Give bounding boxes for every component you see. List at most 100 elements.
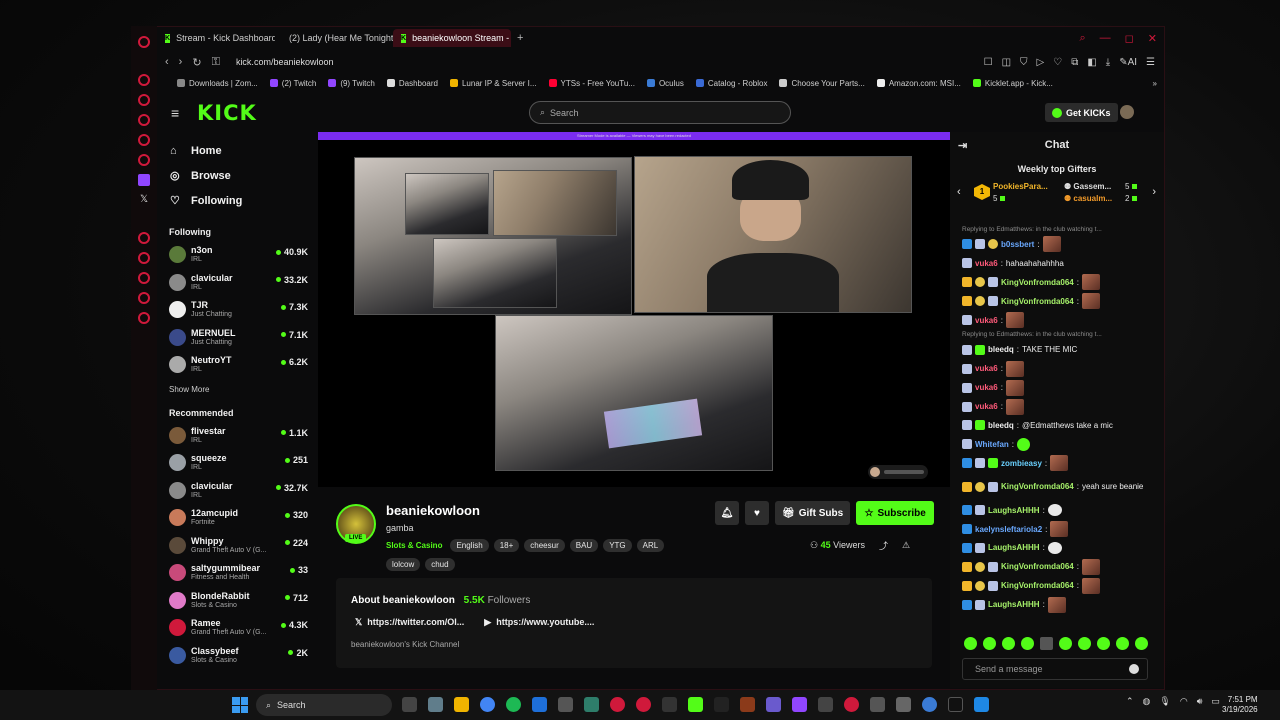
- notification-bell-button[interactable]: 🔔︎: [715, 501, 739, 525]
- chat-username[interactable]: KingVonfromda064: [1001, 562, 1074, 571]
- sidebar-channel[interactable]: BlondeRabbit Slots & Casino 712: [157, 587, 318, 615]
- app-icon[interactable]: [584, 697, 599, 712]
- app-icon[interactable]: [870, 697, 885, 712]
- tag-chip[interactable]: cheesur: [524, 539, 565, 552]
- chat-username[interactable]: KingVonfromda064: [1001, 278, 1074, 287]
- emote-button[interactable]: [1135, 637, 1148, 650]
- channel-name[interactable]: beaniekowloon: [386, 503, 480, 518]
- forward-icon[interactable]: ›: [179, 56, 183, 68]
- chat-message[interactable]: vuka6: hahaahahahhha: [962, 254, 1164, 273]
- taskbar-search[interactable]: ⌕ Search: [256, 694, 392, 716]
- chrome-icon[interactable]: [480, 697, 495, 712]
- user-avatar[interactable]: [1120, 105, 1134, 119]
- collapse-chat-icon[interactable]: ⇥: [958, 139, 967, 152]
- app-icon[interactable]: [974, 697, 989, 712]
- chat-username[interactable]: b0ssbert: [1001, 240, 1034, 249]
- emote-button[interactable]: [1078, 637, 1091, 650]
- browser-tab[interactable]: K Stream - Kick Dashboard: [157, 29, 275, 47]
- clock[interactable]: 7:51 PM 3/19/2026: [1222, 695, 1258, 715]
- app-icon[interactable]: [896, 697, 911, 712]
- chat-username[interactable]: vuka6: [975, 316, 998, 325]
- chat-message[interactable]: vuka6:: [962, 359, 1164, 378]
- sidebar-app-icon[interactable]: [138, 272, 150, 284]
- nav-browse[interactable]: ◎ Browse: [157, 163, 318, 188]
- chevron-up-icon[interactable]: ⌃: [1126, 696, 1134, 707]
- sidebar-channel[interactable]: squeeze IRL 251: [157, 449, 318, 477]
- chat-message[interactable]: KingVonfromda064:: [962, 557, 1164, 576]
- share-icon[interactable]: ⤴: [879, 539, 888, 552]
- gift-subs-button[interactable]: 🎁︎ Gift Subs: [775, 501, 851, 525]
- extensions-icon[interactable]: ⧉: [1071, 57, 1078, 68]
- twitch-icon[interactable]: [792, 697, 807, 712]
- get-kicks-button[interactable]: Get KICKs: [1045, 103, 1118, 122]
- bookmark-item[interactable]: Choose Your Parts...: [779, 79, 865, 88]
- chat-username[interactable]: bleedq: [988, 345, 1014, 354]
- app-icon[interactable]: [766, 697, 781, 712]
- sidebar-channel[interactable]: MERNUEL Just Chatting 7.1K: [157, 324, 318, 352]
- chat-messages[interactable]: Replying to Edmatthews: in the club watc…: [950, 224, 1164, 628]
- search-tabs-icon[interactable]: ⌕: [1079, 32, 1085, 45]
- chat-username[interactable]: Whitefan: [975, 440, 1009, 449]
- bookmark-item[interactable]: (9) Twitch: [328, 79, 375, 88]
- ai-icon[interactable]: ✎AI: [1119, 57, 1137, 68]
- nav-home[interactable]: ⌂ Home: [157, 138, 318, 163]
- tag-chip[interactable]: YTG: [603, 539, 632, 552]
- chat-message[interactable]: LaughsAHHH:: [962, 501, 1164, 520]
- file-explorer-icon[interactable]: [454, 697, 469, 712]
- chat-message[interactable]: LaughsAHHH:: [962, 538, 1164, 557]
- maximize-icon[interactable]: ◻: [1125, 32, 1134, 45]
- sidebar-channel[interactable]: clavicular IRL 33.2K: [157, 269, 318, 297]
- battery-icon[interactable]: ▭: [1211, 696, 1220, 707]
- chat-message[interactable]: vuka6:: [962, 378, 1164, 397]
- opera-logo-icon[interactable]: [138, 36, 150, 48]
- gifter-name[interactable]: ⚉ casualm...: [1064, 194, 1112, 203]
- twitter-link[interactable]: 𝕏https://twitter.com/Ol...: [355, 617, 464, 628]
- opera-icon[interactable]: [844, 697, 859, 712]
- taskview-icon[interactable]: [402, 697, 417, 712]
- chat-username[interactable]: bleedq: [988, 421, 1014, 430]
- epic-games-icon[interactable]: [714, 697, 729, 712]
- report-icon[interactable]: ⚠: [902, 540, 910, 551]
- chat-message[interactable]: b0ssbert:: [962, 235, 1164, 254]
- chat-message[interactable]: KingVonfromda064:: [962, 576, 1164, 595]
- mic-icon[interactable]: 🎙︎: [1159, 696, 1170, 707]
- tag-chip[interactable]: ARL: [636, 539, 665, 552]
- minecraft-icon[interactable]: [688, 697, 703, 712]
- sidebar-channel[interactable]: Classybeef Slots & Casino 2K: [157, 642, 318, 670]
- new-tab-button[interactable]: +: [511, 32, 529, 44]
- sidebar-app-icon[interactable]: [138, 94, 150, 106]
- menu-icon[interactable]: ≡: [171, 105, 185, 121]
- edge-icon[interactable]: [532, 697, 547, 712]
- chat-message[interactable]: kaelynsleftariola2:: [962, 520, 1164, 539]
- chat-username[interactable]: LaughsAHHH: [988, 600, 1040, 609]
- discord-icon[interactable]: [558, 697, 573, 712]
- sidebar-app-icon[interactable]: [138, 114, 150, 126]
- tag-chip[interactable]: BAU: [569, 539, 599, 552]
- app-icon[interactable]: [740, 697, 755, 712]
- chevron-right-icon[interactable]: ›: [1152, 186, 1156, 198]
- bookmark-item[interactable]: Lunar IP & Server I...: [449, 79, 537, 88]
- chat-message[interactable]: KingVonfromda064:: [962, 273, 1164, 292]
- sidebar-app-icon[interactable]: [138, 312, 150, 324]
- reload-icon[interactable]: ↻: [192, 56, 201, 69]
- chat-username[interactable]: KingVonfromda064: [1001, 482, 1074, 491]
- bookmark-item[interactable]: Dashboard: [386, 79, 438, 88]
- chat-username[interactable]: vuka6: [975, 364, 998, 373]
- sidebar-channel[interactable]: Whippy Grand Theft Auto V (G... 224: [157, 532, 318, 560]
- heart-icon[interactable]: ♡: [1053, 57, 1062, 68]
- chevron-left-icon[interactable]: ‹: [957, 186, 961, 198]
- chat-username[interactable]: LaughsAHHH: [988, 543, 1040, 552]
- youtube-music-icon[interactable]: [610, 697, 625, 712]
- emote-button[interactable]: [1002, 637, 1015, 650]
- chat-input[interactable]: Send a message: [962, 658, 1148, 680]
- sidebar-channel[interactable]: NeutroYT IRL 6.2K: [157, 351, 318, 379]
- chat-message[interactable]: zombieasy:: [962, 454, 1164, 473]
- tag-chip[interactable]: chud: [425, 558, 455, 571]
- windows-start-icon[interactable]: [232, 697, 248, 713]
- chat-username[interactable]: vuka6: [975, 259, 998, 268]
- chat-message[interactable]: bleedq: @Edmatthews take a mic: [962, 416, 1164, 435]
- sidebar-channel[interactable]: flivestar IRL 1.1K: [157, 422, 318, 450]
- bookmarks-more-icon[interactable]: »: [1153, 79, 1165, 88]
- browser-tab[interactable]: Kbeaniekowloon Stream - Watch: [393, 29, 511, 47]
- chat-username[interactable]: vuka6: [975, 402, 998, 411]
